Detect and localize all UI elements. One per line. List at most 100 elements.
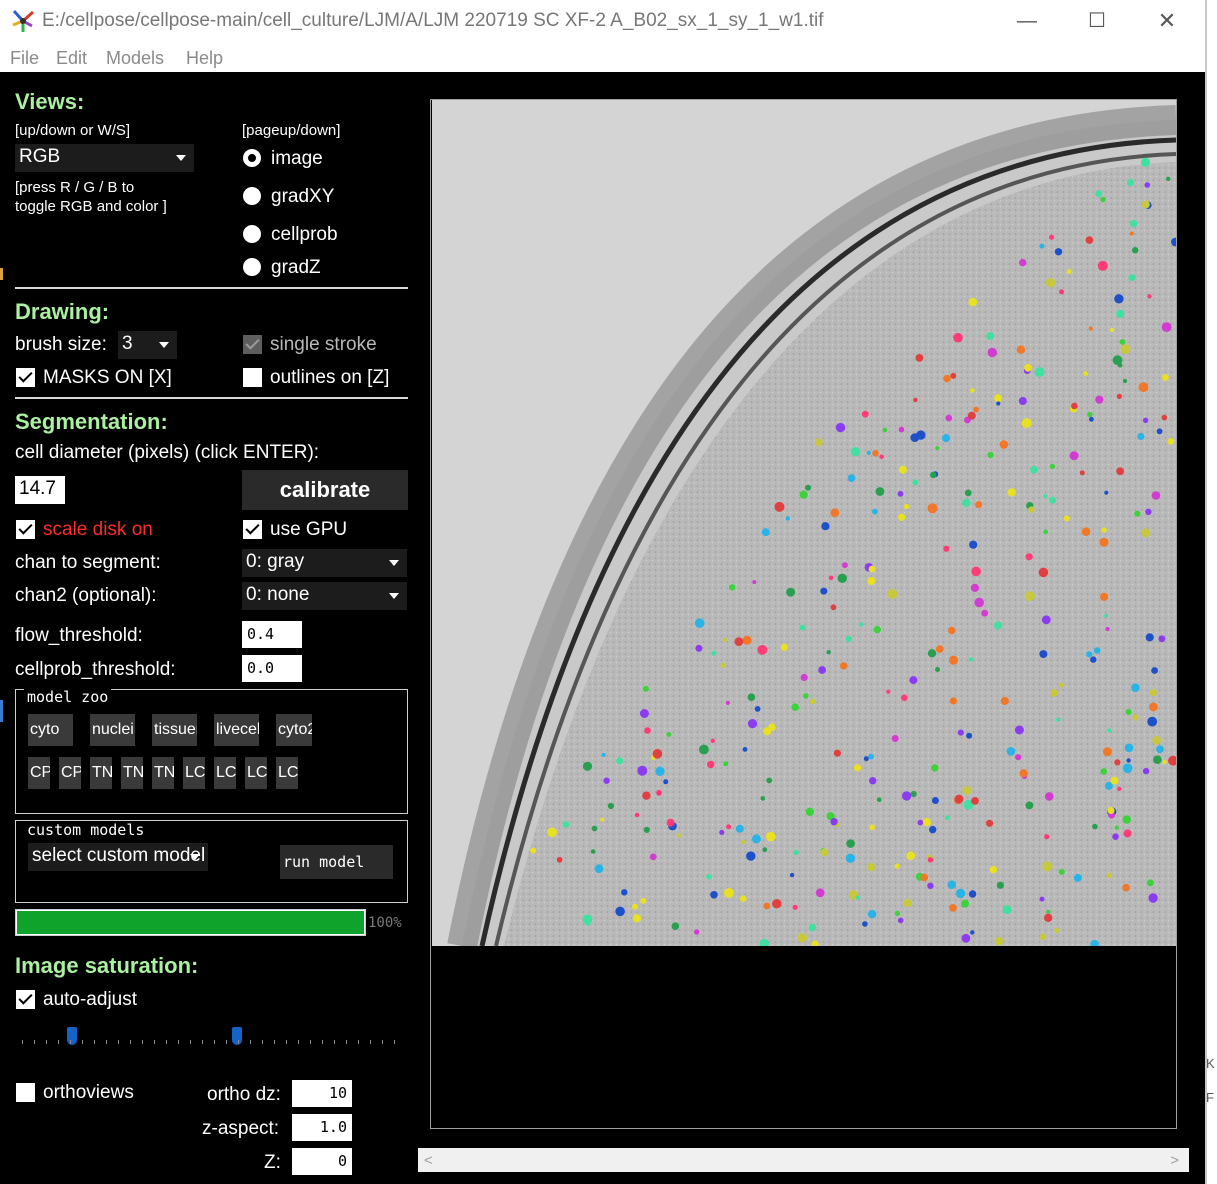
z-input[interactable]: 0 — [292, 1148, 352, 1175]
radio-image[interactable] — [243, 149, 261, 167]
cell-mask — [967, 411, 976, 420]
chan2-value: 0: none — [246, 584, 310, 605]
color-mode-dropdown[interactable]: RGB — [15, 144, 194, 172]
radio-gradz[interactable] — [243, 258, 261, 276]
cell-mask — [1042, 861, 1053, 872]
model-cp-button[interactable]: CP — [59, 757, 81, 789]
cell-mask — [912, 479, 919, 486]
cell-mask — [867, 909, 877, 919]
cell-mask — [987, 451, 994, 459]
cell-mask — [652, 749, 663, 759]
cell-mask — [1152, 736, 1161, 745]
z-aspect-input[interactable]: 1.0 — [292, 1114, 352, 1141]
flow-threshold-input[interactable]: 0.4 — [242, 621, 302, 648]
model-tn-button[interactable]: TN — [90, 757, 112, 789]
views-hint-left: [up/down or W/S] — [15, 122, 131, 139]
cell-mask — [1034, 367, 1045, 377]
model-lc-button[interactable]: LC — [183, 757, 205, 789]
model-livecell-button[interactable]: livecell — [214, 714, 259, 746]
model-cyto-button[interactable]: cyto — [28, 714, 73, 746]
outlines-on-label: outlines on [Z] — [270, 367, 390, 388]
cell-mask — [1007, 488, 1016, 497]
scale-disk-checkbox[interactable] — [16, 520, 35, 539]
run-model-button[interactable]: run model — [280, 845, 393, 879]
cell-mask — [1142, 767, 1150, 775]
cell-mask — [973, 406, 979, 413]
cell-mask — [886, 689, 891, 694]
model-tissuenet-button[interactable]: tissuenet — [152, 714, 197, 746]
masks-on-label: MASKS ON [X] — [43, 367, 172, 388]
model-lc-button[interactable]: LC — [214, 757, 236, 789]
slider-tick — [118, 1040, 119, 1044]
cell-mask — [1088, 326, 1093, 331]
cell-mask — [1044, 913, 1053, 922]
cell-mask — [869, 824, 875, 831]
cell-mask — [723, 637, 728, 643]
use-gpu-checkbox[interactable] — [243, 520, 262, 539]
horizontal-scrollbar[interactable]: < > — [418, 1148, 1189, 1172]
cell-mask — [1162, 760, 1167, 765]
minimize-button[interactable]: — — [1004, 6, 1050, 36]
menu-edit[interactable]: Edit — [56, 48, 87, 69]
model-cp-button[interactable]: CP — [28, 757, 50, 789]
cell-mask — [1151, 667, 1158, 674]
model-lc-button[interactable]: LC — [276, 757, 298, 789]
cell-mask — [999, 440, 1009, 449]
model-tn-button[interactable]: TN — [152, 757, 174, 789]
menu-bar: File Edit Models Help — [0, 44, 1205, 72]
radio-gradxy-label: gradXY — [271, 186, 335, 207]
brush-size-dropdown[interactable]: 3 — [118, 331, 177, 359]
progress-bar — [15, 909, 366, 936]
menu-models[interactable]: Models — [106, 48, 164, 69]
cell-mask — [872, 508, 878, 515]
cell-mask — [1114, 759, 1121, 766]
cell-mask — [910, 790, 917, 798]
cell-mask — [791, 703, 799, 711]
custom-model-dropdown[interactable]: select custom model — [28, 843, 208, 871]
menu-help[interactable]: Help — [186, 48, 223, 69]
cell-mask — [1025, 553, 1033, 561]
chan2-dropdown[interactable]: 0: none — [242, 582, 407, 610]
outlines-on-checkbox[interactable] — [243, 368, 262, 387]
cell-mask — [927, 649, 937, 658]
divider — [15, 287, 408, 289]
chevron-down-icon — [190, 854, 200, 860]
menu-file[interactable]: File — [10, 48, 39, 69]
masks-on-checkbox[interactable] — [16, 368, 35, 387]
chan-dropdown[interactable]: 0: gray — [242, 549, 407, 577]
model-cyto2-button[interactable]: cyto2 — [276, 714, 312, 746]
cell-mask — [643, 826, 650, 834]
model-tn-button[interactable]: TN — [121, 757, 143, 789]
orthoviews-checkbox[interactable] — [16, 1083, 35, 1102]
slider-tick — [382, 1040, 383, 1044]
cell-image[interactable] — [432, 100, 1176, 946]
scroll-right-arrow[interactable]: > — [1170, 1152, 1179, 1169]
cell-mask — [947, 880, 956, 889]
radio-gradxy[interactable] — [243, 187, 261, 205]
cell-mask — [734, 637, 744, 646]
radio-cellprob[interactable] — [243, 225, 261, 243]
cell-mask — [1117, 786, 1122, 792]
single-stroke-checkbox[interactable] — [243, 335, 262, 354]
cell-mask — [1116, 393, 1122, 399]
custom-models-title: custom models — [24, 821, 148, 839]
cell-mask — [1059, 682, 1065, 688]
cell-mask — [720, 662, 726, 668]
auto-adjust-checkbox[interactable] — [16, 990, 35, 1009]
cell-mask — [751, 834, 761, 844]
ortho-dz-input[interactable]: 10 — [292, 1080, 352, 1107]
close-button[interactable]: ✕ — [1144, 6, 1190, 36]
calibrate-button[interactable]: calibrate — [242, 470, 408, 510]
edge-text-1: K — [1206, 1056, 1215, 1071]
cell-mask — [898, 513, 906, 521]
model-nuclei-button[interactable]: nuclei — [90, 714, 135, 746]
diameter-input[interactable]: 14.7 — [15, 476, 65, 504]
model-lc-button[interactable]: LC — [245, 757, 267, 789]
slider-tick — [142, 1040, 143, 1044]
divider — [15, 397, 408, 399]
cellprob-threshold-input[interactable]: 0.0 — [242, 655, 302, 682]
cell-mask — [766, 831, 776, 842]
maximize-button[interactable]: ☐ — [1074, 6, 1120, 36]
scroll-left-arrow[interactable]: < — [424, 1152, 433, 1169]
cell-mask — [1039, 243, 1045, 249]
